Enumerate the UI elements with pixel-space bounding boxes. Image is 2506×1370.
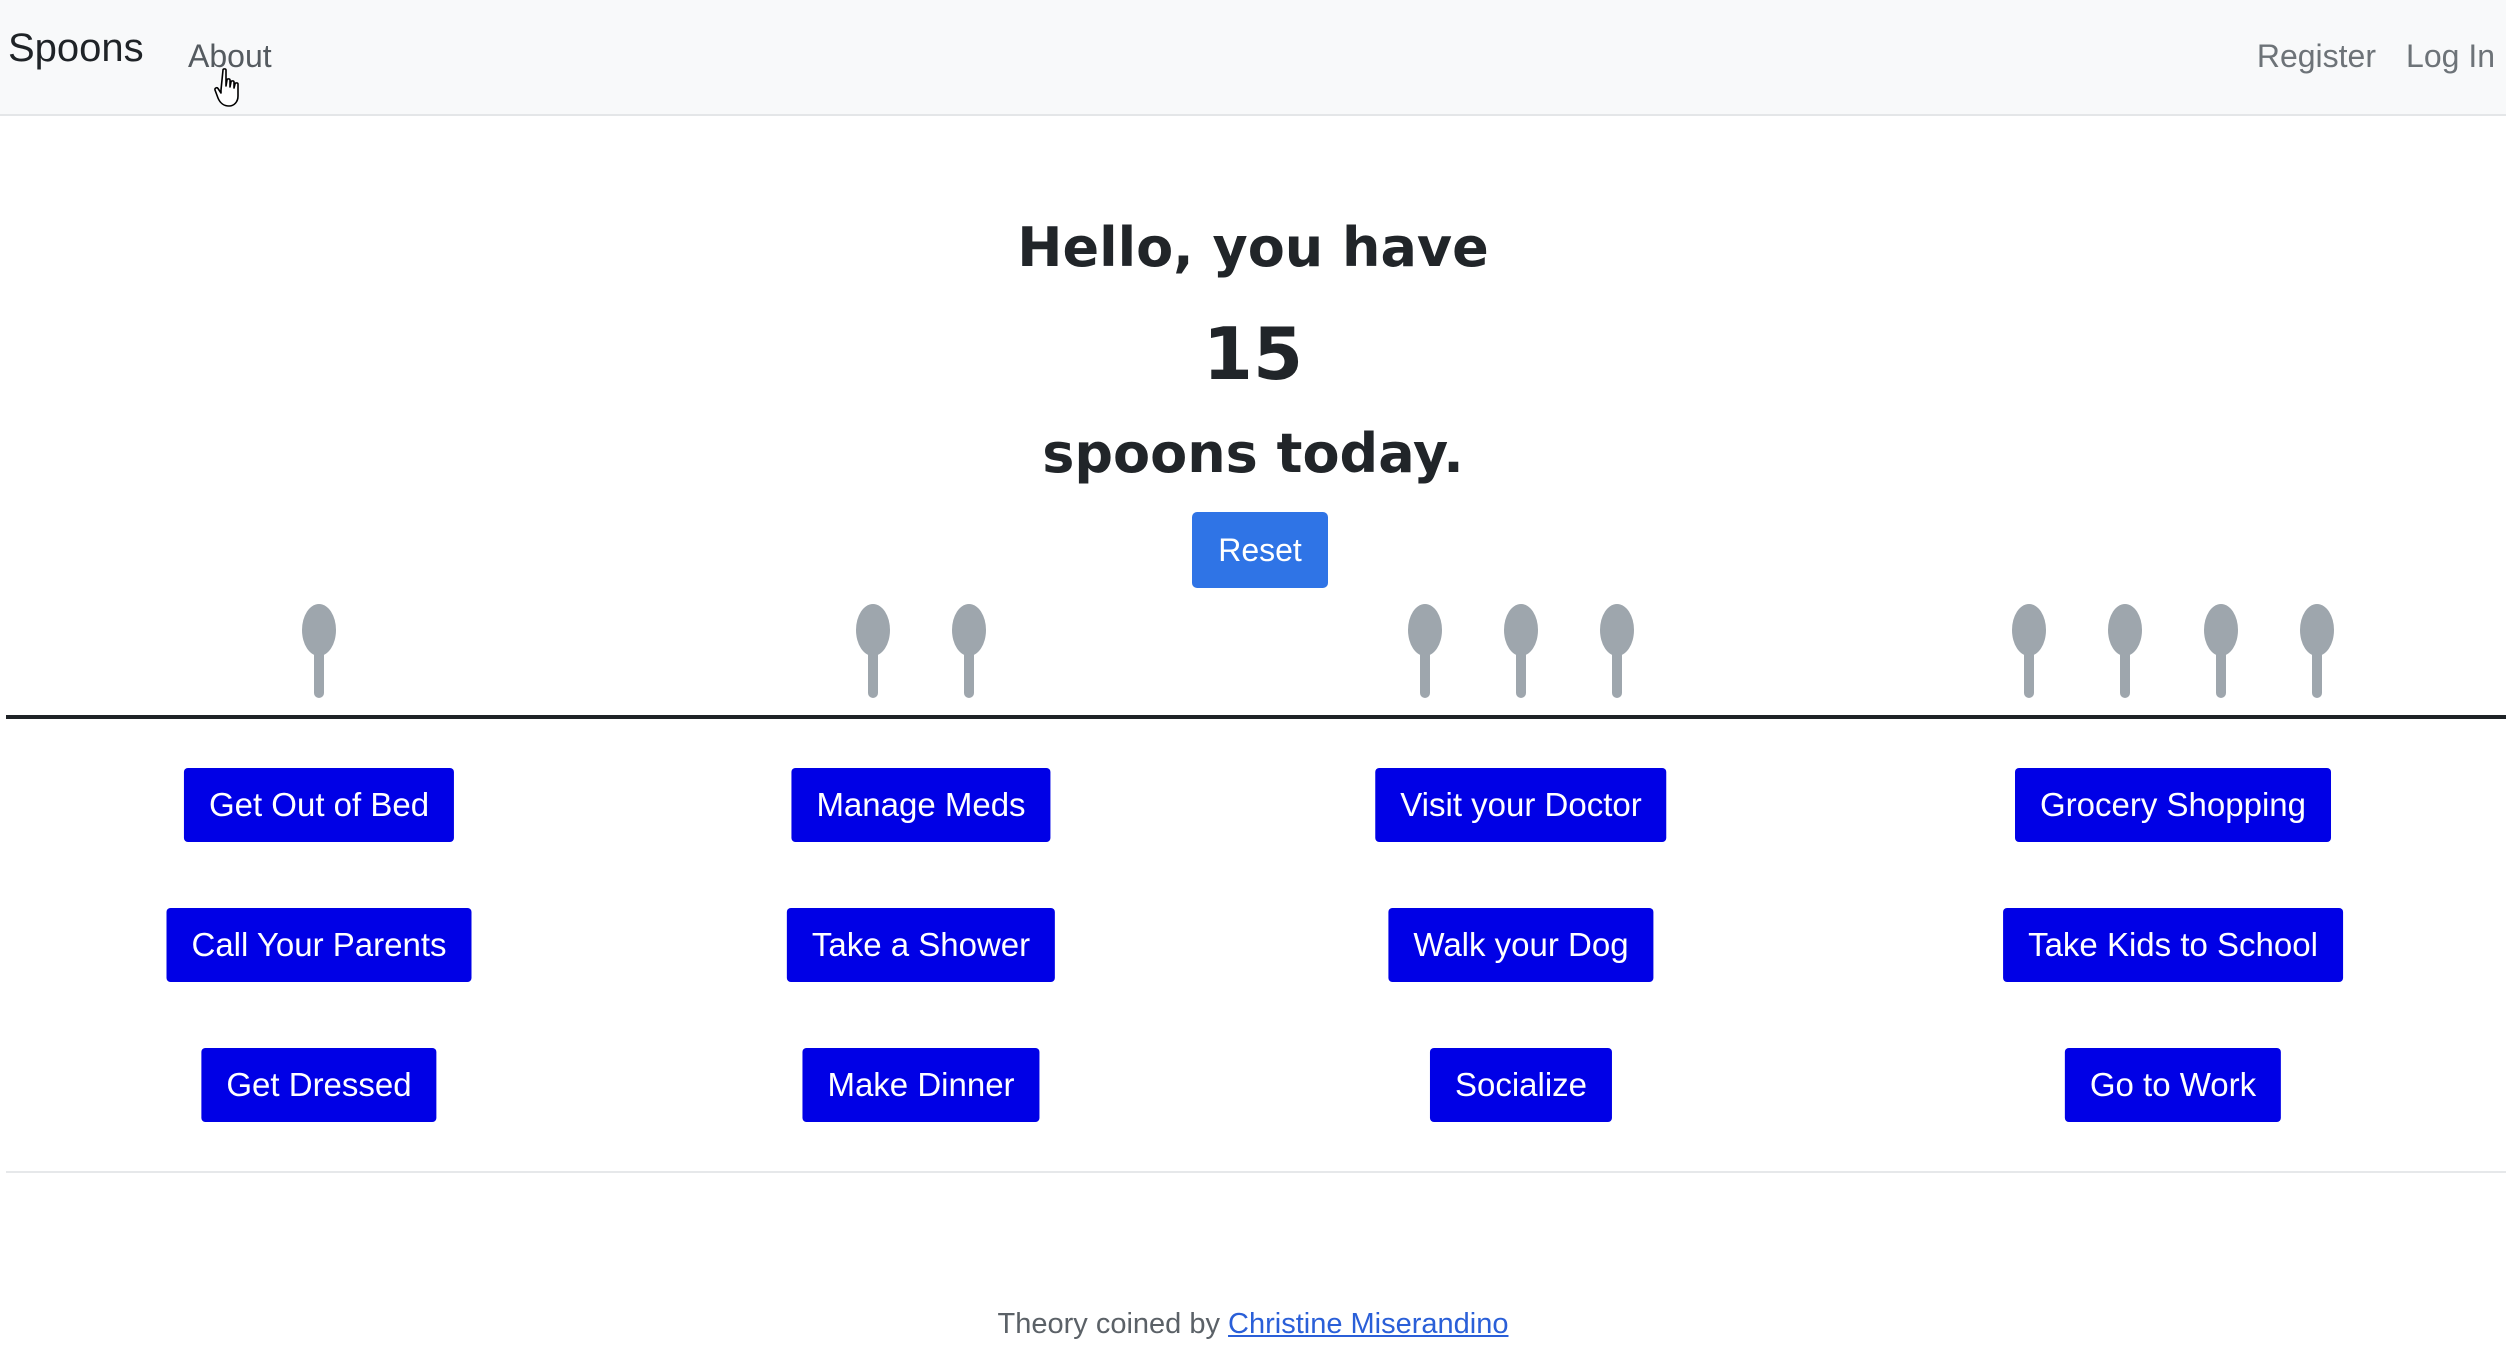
activity-button-walk-your-dog[interactable]: Walk your Dog — [1388, 908, 1654, 982]
activity-button-make-dinner[interactable]: Make Dinner — [802, 1048, 1040, 1122]
activity-button-take-kids-to-school[interactable]: Take Kids to School — [2003, 908, 2343, 982]
activity-button-get-out-of-bed[interactable]: Get Out of Bed — [183, 768, 455, 842]
activity-grid: Get Out of Bed Call Your Parents Get Dress… — [0, 0, 2506, 1170]
activity-button-socialize[interactable]: Socialize — [1429, 1048, 1613, 1122]
activity-button-get-dressed[interactable]: Get Dressed — [201, 1048, 437, 1122]
activity-button-manage-meds[interactable]: Manage Meds — [791, 768, 1051, 842]
activity-button-visit-your-doctor[interactable]: Visit your Doctor — [1375, 768, 1667, 842]
activity-button-grocery-shopping[interactable]: Grocery Shopping — [2015, 768, 2331, 842]
footer-divider — [6, 1171, 2506, 1173]
christine-miserandino-link[interactable]: Christine Miserandino — [1228, 1308, 1508, 1340]
activity-button-go-to-work[interactable]: Go to Work — [2064, 1048, 2282, 1122]
footer: Theory coined by Christine Miserandino — [0, 1308, 2506, 1341]
activity-button-call-your-parents[interactable]: Call Your Parents — [166, 908, 472, 982]
footer-text: Theory coined by — [997, 1308, 1220, 1340]
activity-button-take-a-shower[interactable]: Take a Shower — [786, 908, 1056, 982]
